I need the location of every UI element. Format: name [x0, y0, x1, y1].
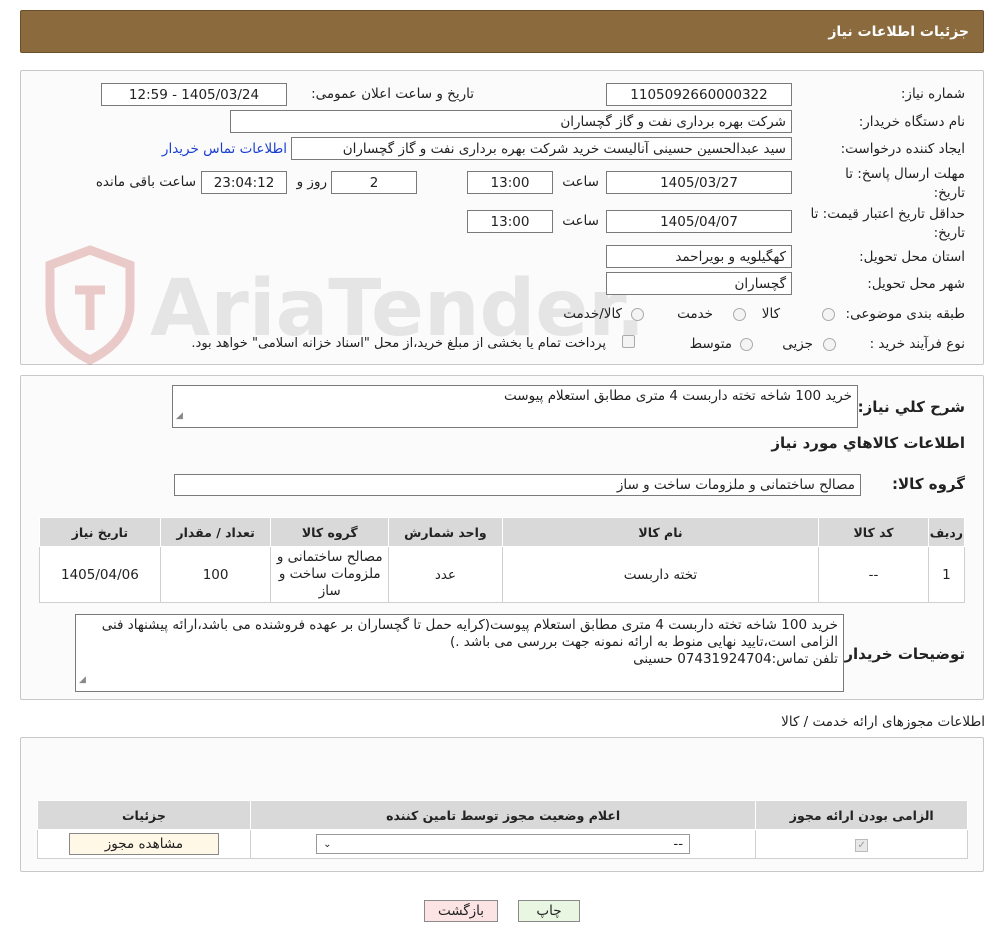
- creator-label: ایجاد کننده درخواست:: [840, 141, 965, 157]
- reply-time-field: 13:00: [467, 171, 553, 194]
- col-name: نام کالا: [501, 517, 820, 547]
- reply-deadline-label: مهلت ارسال پاسخ: تا تاریخ:: [845, 166, 965, 201]
- permits-table: الزامی بودن ارائه مجوز اعلام وضعیت مجوز …: [37, 800, 968, 859]
- cell-name: تخته داربست: [501, 546, 820, 603]
- goods-group-field: مصالح ساختمانی و ملزومات ساخت و ساز: [174, 474, 861, 496]
- category-goods-label: کالا: [761, 306, 780, 322]
- category-goods-service-radio[interactable]: [631, 308, 644, 321]
- col-permit-required: الزامی بودن ارائه مجوز: [755, 800, 968, 830]
- goods-group-label: گروه کالا:: [892, 475, 965, 493]
- permit-status-value: --: [673, 836, 684, 852]
- goods-table: ردیف کد کالا نام کالا واحد شمارش گروه کا…: [39, 517, 966, 603]
- buyer-notes-text: خرید 100 شاخه تخته داربست 4 متری مطابق ا…: [101, 617, 838, 667]
- cell-code: --: [818, 546, 929, 603]
- page-header: جزئیات اطلاعات نیاز: [20, 10, 984, 53]
- process-medium-radio[interactable]: [740, 338, 753, 351]
- creator-field: سید عبدالحسین حسینی آنالیست خرید شرکت به…: [291, 137, 792, 160]
- price-validity-label: حداقل تاریخ اعتبار قیمت: تا تاریخ:: [810, 206, 965, 241]
- cell-need-date: 1405/04/06: [39, 546, 161, 603]
- cell-permit-details: مشاهده مجوز: [37, 829, 251, 859]
- page-title: جزئیات اطلاعات نیاز: [828, 23, 969, 40]
- view-permit-button[interactable]: مشاهده مجوز: [68, 833, 219, 855]
- buyer-notes-label: توضیحات خریدار:: [838, 645, 965, 663]
- buyer-label: نام دستگاه خریدار:: [858, 114, 965, 130]
- cell-quantity: 100: [159, 546, 272, 603]
- validity-time-field: 13:00: [467, 210, 553, 233]
- cell-row: 1: [927, 546, 966, 603]
- announce-date-field: 1405/03/24 - 12:59: [101, 83, 287, 106]
- process-medium-label: متوسط: [689, 336, 732, 352]
- print-button[interactable]: چاپ: [518, 900, 580, 922]
- process-label: نوع فرآیند خرید :: [869, 336, 965, 352]
- cell-permit-required: ✓: [755, 829, 968, 859]
- city-label: شهر محل تحویل:: [867, 276, 965, 292]
- summary-textarea[interactable]: خرید 100 شاخه تخته داربست 4 متری مطابق ا…: [172, 385, 858, 428]
- col-group: گروه کالا: [270, 517, 390, 547]
- resize-grip-icon: ◢: [176, 411, 183, 421]
- cell-group: مصالح ساختمانی و ملزومات ساخت و ساز: [270, 546, 390, 603]
- category-service-label: خدمت: [677, 306, 713, 322]
- reply-time-label: ساعت: [562, 174, 599, 190]
- cell-unit: عدد: [388, 546, 503, 603]
- category-label: طبقه بندی موضوعی:: [845, 306, 965, 322]
- table-row: 1 -- تخته داربست عدد مصالح ساختمانی و مل…: [39, 546, 966, 603]
- cell-permit-status: -- ⌄: [249, 829, 757, 859]
- summary-text: خرید 100 شاخه تخته داربست 4 متری مطابق ا…: [504, 388, 852, 404]
- col-permit-status: اعلام وضعیت مجوز توسط تامین کننده: [249, 800, 757, 830]
- validity-date-field: 1405/04/07: [606, 210, 792, 233]
- buyer-contact-link[interactable]: اطلاعات تماس خریدار: [162, 141, 287, 157]
- announce-date-label: تاریخ و ساعت اعلان عمومی:: [311, 86, 474, 102]
- col-code: کد کالا: [818, 517, 929, 547]
- goods-info-title: اطلاعات کالاهاي مورد نياز: [771, 434, 965, 452]
- need-number-field: 1105092660000322: [606, 83, 792, 106]
- summary-label: شرح کلي نياز:: [857, 398, 965, 416]
- treasury-payment-note: پرداخت تمام یا بخشی از مبلغ خرید،از محل …: [191, 336, 606, 351]
- validity-time-label: ساعت: [562, 213, 599, 229]
- process-minor-label: جزیی: [782, 336, 813, 352]
- col-quantity: تعداد / مقدار: [159, 517, 272, 547]
- permits-table-header: الزامی بودن ارائه مجوز اعلام وضعیت مجوز …: [37, 800, 968, 830]
- city-field: گچساران: [606, 272, 792, 295]
- buyer-notes-textarea[interactable]: خرید 100 شاخه تخته داربست 4 متری مطابق ا…: [75, 614, 844, 692]
- category-service-radio[interactable]: [733, 308, 746, 321]
- back-button[interactable]: بازگشت: [424, 900, 498, 922]
- table-row: ✓ -- ⌄ مشاهده مجوز: [37, 829, 968, 859]
- reply-date-field: 1405/03/27: [606, 171, 792, 194]
- province-field: کهگیلویه و بویراحمد: [606, 245, 792, 268]
- province-label: استان محل تحویل:: [859, 249, 965, 265]
- col-unit: واحد شمارش: [388, 517, 503, 547]
- chevron-down-icon: ⌄: [323, 838, 332, 850]
- remaining-days-field: 2: [331, 171, 417, 194]
- process-minor-radio[interactable]: [823, 338, 836, 351]
- permits-title: اطلاعات مجوزهای ارائه خدمت / کالا: [781, 714, 985, 730]
- need-number-label: شماره نیاز:: [900, 86, 965, 102]
- category-goods-service-label: کالا/خدمت: [563, 306, 622, 322]
- col-row: ردیف: [927, 517, 966, 547]
- buyer-field: شرکت بهره برداری نفت و گاز گچساران: [230, 110, 792, 133]
- days-label: روز و: [296, 174, 327, 190]
- remaining-time-label: ساعت باقی مانده: [95, 174, 196, 190]
- remaining-time-field: 23:04:12: [201, 171, 287, 194]
- permit-required-checkbox[interactable]: ✓: [855, 839, 869, 852]
- goods-table-header: ردیف کد کالا نام کالا واحد شمارش گروه کا…: [39, 517, 966, 547]
- category-goods-radio[interactable]: [822, 308, 835, 321]
- col-need-date: تاریخ نیاز: [39, 517, 161, 547]
- permit-status-select[interactable]: -- ⌄: [316, 834, 691, 854]
- col-permit-details: جزئیات: [37, 800, 251, 830]
- treasury-payment-checkbox[interactable]: [622, 335, 635, 348]
- resize-grip-icon: ◢: [79, 675, 86, 685]
